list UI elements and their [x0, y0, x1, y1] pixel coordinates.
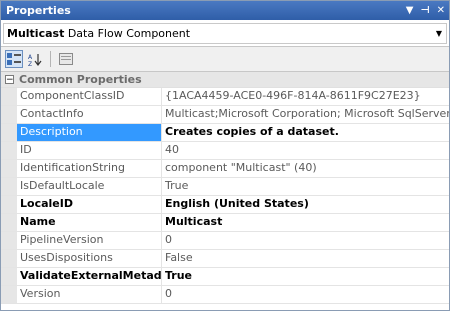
svg-text:Z: Z [28, 61, 32, 66]
property-row-validateexternalmetadata[interactable]: ValidateExternalMetadata True [1, 268, 449, 286]
property-row-version[interactable]: Version 0 [1, 286, 449, 304]
collapse-icon[interactable]: − [5, 75, 14, 85]
property-value[interactable]: False [162, 250, 449, 267]
alphabetical-button[interactable]: A Z [26, 50, 44, 68]
property-pages-button[interactable] [57, 50, 75, 68]
property-row-componentclassid[interactable]: ComponentClassID {1ACA4459-ACE0-496F-814… [1, 88, 449, 106]
property-value[interactable]: Multicast;Microsoft Corporation; Microso… [162, 106, 449, 123]
property-name: LocaleID [17, 196, 162, 213]
property-pages-icon [59, 53, 73, 65]
category-header[interactable]: − Common Properties [1, 72, 449, 88]
property-row-id[interactable]: ID 40 [1, 142, 449, 160]
toolbar-separator [50, 51, 51, 67]
property-name-selected: Description [17, 124, 162, 141]
chevron-down-icon[interactable]: ▼ [436, 24, 442, 43]
pin-icon[interactable]: ⊣ [420, 1, 429, 20]
property-name: UsesDispositions [17, 250, 162, 267]
property-name: PipelineVersion [17, 232, 162, 249]
sort-alphabetical-icon: A Z [28, 53, 42, 66]
property-name: IsDefaultLocale [17, 178, 162, 195]
property-row-isdefaultlocale[interactable]: IsDefaultLocale True [1, 178, 449, 196]
properties-toolbar: A Z [1, 47, 449, 72]
property-name: Version [17, 286, 162, 303]
object-selector[interactable]: Multicast Data Flow Component ▼ [3, 23, 447, 44]
property-name: ValidateExternalMetadata [17, 268, 162, 285]
property-row-identificationstring[interactable]: IdentificationString component "Multicas… [1, 160, 449, 178]
property-row-contactinfo[interactable]: ContactInfo Multicast;Microsoft Corporat… [1, 106, 449, 124]
property-row-name[interactable]: Name Multicast [1, 214, 449, 232]
property-row-description[interactable]: Description Creates copies of a dataset. [1, 124, 449, 142]
property-value[interactable]: component "Multicast" (40) [162, 160, 449, 177]
object-name: Multicast [7, 27, 65, 40]
property-value[interactable]: 40 [162, 142, 449, 159]
category-label: Common Properties [19, 73, 142, 86]
properties-window: Properties ▼ ⊣ ✕ Multicast Data Flow Com… [0, 0, 450, 311]
property-grid: − Common Properties ComponentClassID {1A… [1, 72, 449, 304]
property-name: IdentificationString [17, 160, 162, 177]
property-value[interactable]: Multicast [162, 214, 449, 231]
categorized-icon [7, 53, 21, 65]
property-value[interactable]: Creates copies of a dataset. [162, 124, 449, 141]
property-name: ComponentClassID [17, 88, 162, 105]
categorized-button[interactable] [5, 50, 23, 68]
property-row-localeid[interactable]: LocaleID English (United States) [1, 196, 449, 214]
property-value[interactable]: {1ACA4459-ACE0-496F-814A-8611F9C27E23} [162, 88, 449, 105]
svg-text:A: A [28, 54, 33, 61]
property-value[interactable]: 0 [162, 232, 449, 249]
object-selector-row: Multicast Data Flow Component ▼ [1, 20, 449, 47]
property-name: ContactInfo [17, 106, 162, 123]
property-value[interactable]: True [162, 178, 449, 195]
property-value[interactable]: True [162, 268, 449, 285]
property-row-pipelineversion[interactable]: PipelineVersion 0 [1, 232, 449, 250]
property-name: ID [17, 142, 162, 159]
property-value[interactable]: 0 [162, 286, 449, 303]
property-name: Name [17, 214, 162, 231]
title-bar[interactable]: Properties ▼ ⊣ ✕ [1, 1, 449, 20]
window-title: Properties [6, 4, 71, 17]
close-icon[interactable]: ✕ [437, 1, 445, 20]
dropdown-icon[interactable]: ▼ [406, 1, 414, 20]
property-value[interactable]: English (United States) [162, 196, 449, 213]
object-type: Data Flow Component [67, 27, 191, 40]
title-bar-controls: ▼ ⊣ ✕ [406, 1, 445, 20]
property-row-usesdispositions[interactable]: UsesDispositions False [1, 250, 449, 268]
